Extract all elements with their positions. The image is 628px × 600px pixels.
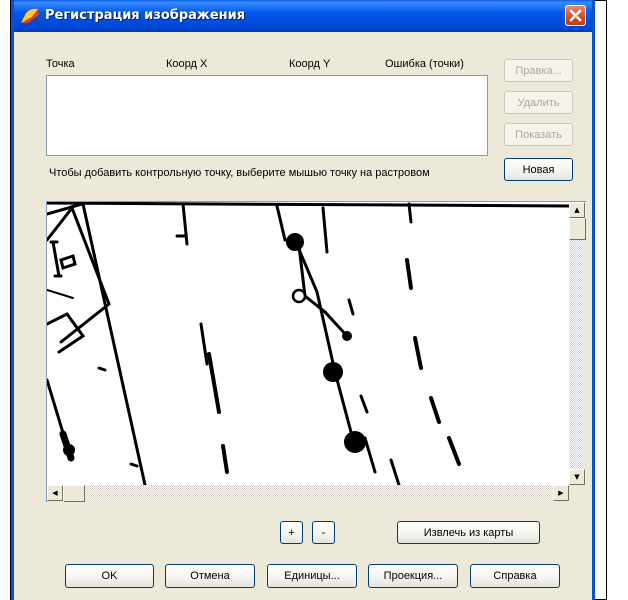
column-header-y: Коорд Y [289, 58, 331, 70]
horizontal-scroll-thumb[interactable] [63, 485, 85, 502]
delete-button-label: Удалить [517, 96, 560, 109]
title-bar[interactable]: Регистрация изображения [14, 0, 592, 32]
app-logo-icon [21, 8, 39, 24]
edit-button-label: Правка... [515, 64, 562, 77]
delete-button[interactable]: Удалить [504, 91, 573, 114]
arrow-down-icon: ▼ [574, 472, 580, 481]
projection-button[interactable]: Проекция... [368, 564, 458, 588]
arrow-left-icon: ◀ [52, 488, 58, 497]
cancel-button-label: Отмена [190, 570, 230, 582]
cancel-button[interactable]: Отмена [165, 564, 255, 588]
arrow-right-icon: ▶ [558, 488, 564, 497]
help-button[interactable]: Справка [470, 564, 560, 588]
left-margin [0, 0, 11, 600]
show-button-label: Показать [515, 128, 562, 141]
map-raster-drawing [47, 202, 569, 485]
column-header-point: Точка [46, 58, 75, 70]
ok-button-label: OK [101, 570, 118, 582]
zoom-out-button[interactable]: - [312, 521, 335, 544]
vertical-scroll-track[interactable] [569, 218, 586, 469]
raster-image[interactable] [47, 202, 569, 485]
scrollbar-corner [569, 485, 586, 502]
new-point-button-label: Новая [522, 163, 555, 176]
vertical-scrollbar[interactable]: ▲ ▼ [569, 202, 586, 485]
arrow-up-icon: ▲ [574, 205, 580, 214]
help-button-label: Справка [493, 570, 537, 582]
scroll-left-button[interactable]: ◀ [47, 485, 63, 501]
image-registration-dialog: Регистрация изображения Точка Коорд X Ко… [11, 0, 595, 600]
edit-button[interactable]: Правка... [504, 59, 573, 82]
column-header-error: Ошибка (точки) [385, 58, 464, 70]
zoom-in-button[interactable]: + [280, 521, 303, 544]
scroll-up-button[interactable]: ▲ [569, 202, 585, 218]
zoom-out-label: - [321, 526, 326, 539]
close-button[interactable] [565, 5, 586, 26]
zoom-in-label: + [288, 526, 295, 539]
column-header-x: Коорд X [166, 58, 208, 70]
projection-button-label: Проекция... [383, 570, 443, 582]
scroll-right-button[interactable]: ▶ [553, 485, 569, 501]
close-icon [569, 9, 582, 22]
horizontal-scrollbar[interactable]: ◀ ▶ [47, 485, 569, 502]
window-title: Регистрация изображения [45, 8, 246, 23]
ok-button[interactable]: OK [65, 564, 154, 588]
control-points-list[interactable] [46, 75, 488, 156]
extract-from-map-label: Извлечь из карты [423, 526, 514, 539]
show-button[interactable]: Показать [504, 123, 573, 146]
units-button[interactable]: Единицы... [267, 564, 357, 588]
new-point-button[interactable]: Новая [504, 158, 573, 181]
vertical-scroll-thumb[interactable] [569, 218, 586, 240]
hint-text: Чтобы добавить контрольную точку, выбери… [49, 167, 430, 179]
extract-from-map-button[interactable]: Извлечь из карты [397, 521, 540, 544]
right-margin [606, 0, 628, 600]
scroll-down-button[interactable]: ▼ [569, 469, 585, 485]
units-button-label: Единицы... [284, 570, 340, 582]
raster-image-viewer[interactable]: ▲ ▼ ◀ ▶ [46, 201, 586, 502]
